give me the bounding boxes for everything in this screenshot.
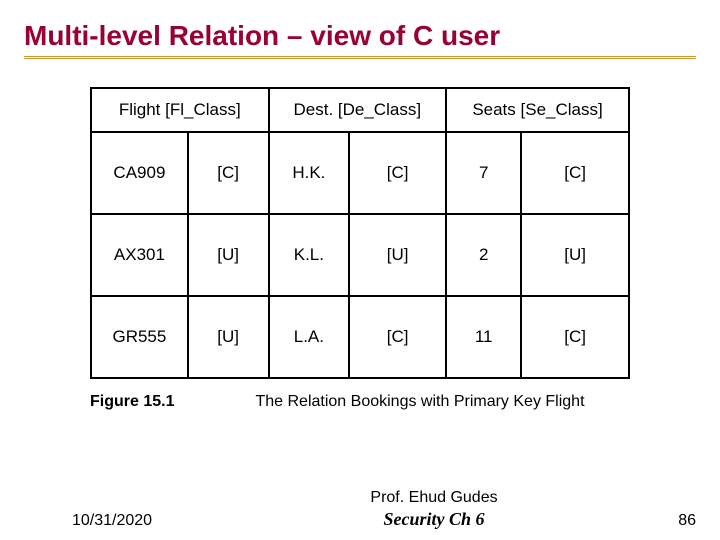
slide-title: Multi-level Relation – view of C user: [0, 0, 720, 58]
relation-table-wrap: Flight [Fl_Class] Dest. [De_Class] Seats…: [90, 87, 630, 379]
cell-se-class: [C]: [521, 132, 629, 214]
footer-prof: Prof. Ehud Gudes: [232, 488, 636, 508]
cell-seats: 11: [446, 296, 521, 378]
cell-seats: 2: [446, 214, 521, 296]
table-row: AX301 [U] K.L. [U] 2 [U]: [91, 214, 629, 296]
relation-table: Flight [Fl_Class] Dest. [De_Class] Seats…: [90, 87, 630, 379]
col-header-seats: Seats [Se_Class]: [446, 88, 629, 132]
cell-dest: H.K.: [269, 132, 350, 214]
cell-fl-class: [U]: [188, 296, 269, 378]
cell-fl-class: [U]: [188, 214, 269, 296]
cell-se-class: [C]: [521, 296, 629, 378]
cell-dest: L.A.: [269, 296, 350, 378]
slide-footer: 10/31/2020 Prof. Ehud Gudes Security Ch …: [0, 488, 720, 531]
cell-flight: CA909: [91, 132, 188, 214]
cell-de-class: [C]: [349, 296, 446, 378]
cell-seats: 7: [446, 132, 521, 214]
col-header-dest: Dest. [De_Class]: [269, 88, 447, 132]
footer-date: 10/31/2020: [72, 512, 232, 530]
col-header-flight: Flight [Fl_Class]: [91, 88, 269, 132]
title-underline: [0, 56, 720, 59]
figure-label: Figure 15.1: [90, 393, 210, 411]
figure-text: The Relation Bookings with Primary Key F…: [210, 393, 630, 411]
footer-course: Security Ch 6: [232, 508, 636, 531]
cell-fl-class: [C]: [188, 132, 269, 214]
cell-de-class: [C]: [349, 132, 446, 214]
figure-caption: Figure 15.1 The Relation Bookings with P…: [90, 393, 630, 411]
cell-de-class: [U]: [349, 214, 446, 296]
cell-flight: GR555: [91, 296, 188, 378]
footer-page-number: 86: [636, 512, 696, 530]
table-header-row: Flight [Fl_Class] Dest. [De_Class] Seats…: [91, 88, 629, 132]
footer-center: Prof. Ehud Gudes Security Ch 6: [232, 488, 636, 531]
cell-flight: AX301: [91, 214, 188, 296]
cell-se-class: [U]: [521, 214, 629, 296]
cell-dest: K.L.: [269, 214, 350, 296]
table-row: CA909 [C] H.K. [C] 7 [C]: [91, 132, 629, 214]
table-row: GR555 [U] L.A. [C] 11 [C]: [91, 296, 629, 378]
